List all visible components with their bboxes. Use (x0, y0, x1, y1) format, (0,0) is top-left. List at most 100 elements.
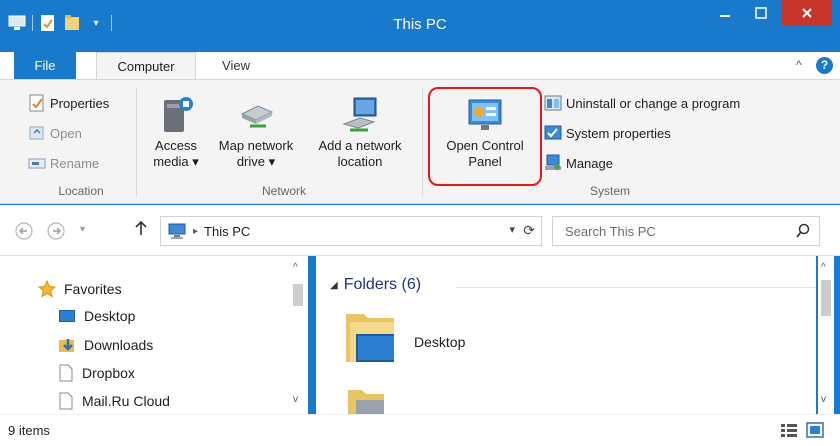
forward-button[interactable] (46, 221, 66, 245)
scroll-up-arrow-icon[interactable]: ^ (821, 262, 826, 273)
breadcrumb[interactable]: This PC (204, 224, 250, 239)
folders-section-title: Folders (6) (343, 276, 422, 293)
group-label-network: Network (261, 184, 306, 198)
file-icon (59, 364, 73, 382)
network-drive-icon (206, 90, 306, 138)
address-dropdown-icon[interactable]: ▾ (509, 223, 515, 236)
nav-item-dropbox[interactable]: Dropbox (58, 364, 135, 382)
nav-item-favorites[interactable]: Favorites (38, 280, 122, 298)
maximize-button[interactable] (746, 0, 776, 26)
close-button[interactable] (782, 0, 832, 26)
nav-label-favorites: Favorites (64, 281, 122, 297)
manage-button[interactable]: Manage (544, 154, 613, 172)
map-network-drive-button[interactable]: Map network drive ▾ (206, 90, 306, 170)
large-icons-view-icon[interactable] (806, 422, 824, 438)
address-bar[interactable]: ▸ This PC ▾ ⟳ (160, 216, 542, 246)
system-properties-label: System properties (566, 125, 671, 141)
properties-label: Properties (50, 95, 110, 111)
scroll-down-arrow-icon[interactable]: v (821, 394, 826, 405)
this-pc-icon (168, 223, 186, 239)
tab-view[interactable]: View (206, 52, 266, 79)
media-server-icon (144, 90, 208, 138)
forward-arrow-icon (47, 222, 65, 240)
add-network-location-button[interactable]: Add a network location (306, 90, 414, 170)
search-input[interactable]: Search This PC (565, 224, 656, 239)
help-icon[interactable]: ? (816, 57, 833, 74)
up-arrow-icon (135, 220, 147, 235)
view-switcher (780, 422, 824, 438)
group-separator (136, 88, 137, 196)
nav-label-downloads: Downloads (84, 337, 154, 353)
open-icon (29, 126, 44, 140)
rename-button[interactable]: Rename (28, 154, 99, 172)
section-divider (456, 287, 816, 288)
title-bar: ▾ This PC (0, 0, 840, 52)
add-location-label-1: Add a network (318, 138, 402, 153)
ribbon-tabs: File Computer View ^ ? (0, 52, 840, 79)
manage-icon (545, 154, 561, 170)
folder-label-desktop: Desktop (414, 334, 466, 350)
access-media-label-2: media ▾ (153, 154, 199, 169)
scroll-up-arrow-icon[interactable]: ^ (293, 262, 298, 273)
add-location-label-2: location (337, 154, 383, 169)
tab-computer[interactable]: Computer (96, 52, 196, 79)
rename-label: Rename (50, 155, 100, 171)
open-label: Open (50, 125, 82, 141)
back-button[interactable] (14, 221, 34, 245)
desktop-folder-icon (346, 314, 394, 362)
nav-label-dropbox: Dropbox (82, 365, 135, 381)
folders-section-header[interactable]: ◢ Folders (6) (330, 276, 421, 294)
back-arrow-icon (15, 222, 33, 240)
navigation-pane: Favorites Desktop Downloads Dropbox Mail… (0, 256, 308, 414)
downloads-icon (59, 339, 74, 352)
address-row: ▾ ▸ This PC ▾ ⟳ Search This PC (0, 205, 840, 256)
status-bar: 9 items (0, 414, 840, 446)
nav-item-desktop[interactable]: Desktop (58, 308, 135, 324)
breadcrumb-chevron-icon[interactable]: ▸ (193, 226, 198, 237)
content-pane: ◢ Folders (6) Desktop (316, 256, 816, 416)
search-box[interactable]: Search This PC (552, 216, 820, 246)
file-icon (59, 392, 73, 410)
map-drive-label-2: drive ▾ (236, 154, 276, 169)
scrollbar-thumb[interactable] (821, 280, 831, 316)
folder-item-desktop[interactable]: Desktop (342, 308, 542, 368)
access-media-label-1: Access (155, 138, 197, 153)
group-label-location: Location (58, 184, 104, 198)
nav-item-mailru-cloud[interactable]: Mail.Ru Cloud (58, 392, 170, 410)
system-properties-icon (544, 125, 562, 140)
search-icon[interactable] (795, 223, 811, 242)
nav-item-downloads[interactable]: Downloads (58, 336, 153, 354)
minimize-button[interactable] (710, 0, 740, 26)
open-button[interactable]: Open (28, 124, 82, 142)
map-drive-label-1: Map network (218, 138, 294, 153)
collapse-ribbon-icon[interactable]: ^ (796, 58, 802, 72)
rename-icon (28, 158, 46, 169)
folder-icon[interactable] (346, 388, 386, 416)
desktop-icon (59, 310, 75, 322)
programs-icon (544, 95, 562, 111)
uninstall-label: Uninstall or change a program (566, 95, 741, 111)
manage-label: Manage (566, 155, 613, 171)
refresh-icon[interactable]: ⟳ (523, 222, 535, 239)
group-label-system: System (589, 184, 630, 198)
details-view-icon[interactable] (780, 422, 798, 438)
ribbon: Properties Open Rename Location Access m… (0, 79, 840, 204)
recent-locations-dropdown[interactable]: ▾ (80, 224, 85, 235)
explorer-window: ▾ This PC File Computer View ^ ? Propert… (0, 0, 840, 446)
access-media-button[interactable]: Access media ▾ (144, 90, 208, 170)
nav-label-desktop: Desktop (84, 308, 136, 324)
tab-file[interactable]: File (14, 52, 76, 79)
nav-pane-scrollbar[interactable]: ^ v (290, 256, 306, 414)
content-scrollbar[interactable]: ^ v (818, 256, 834, 414)
properties-icon (29, 94, 44, 112)
system-properties-button[interactable]: System properties (544, 124, 671, 142)
scrollbar-thumb[interactable] (293, 284, 303, 306)
group-separator (422, 88, 423, 196)
properties-button[interactable]: Properties (28, 94, 109, 112)
collapse-triangle-icon[interactable]: ◢ (330, 280, 338, 291)
scroll-down-arrow-icon[interactable]: v (293, 394, 298, 405)
up-button[interactable] (134, 219, 148, 241)
network-location-icon (306, 90, 414, 138)
star-icon (38, 280, 56, 298)
uninstall-program-button[interactable]: Uninstall or change a program (544, 94, 740, 112)
